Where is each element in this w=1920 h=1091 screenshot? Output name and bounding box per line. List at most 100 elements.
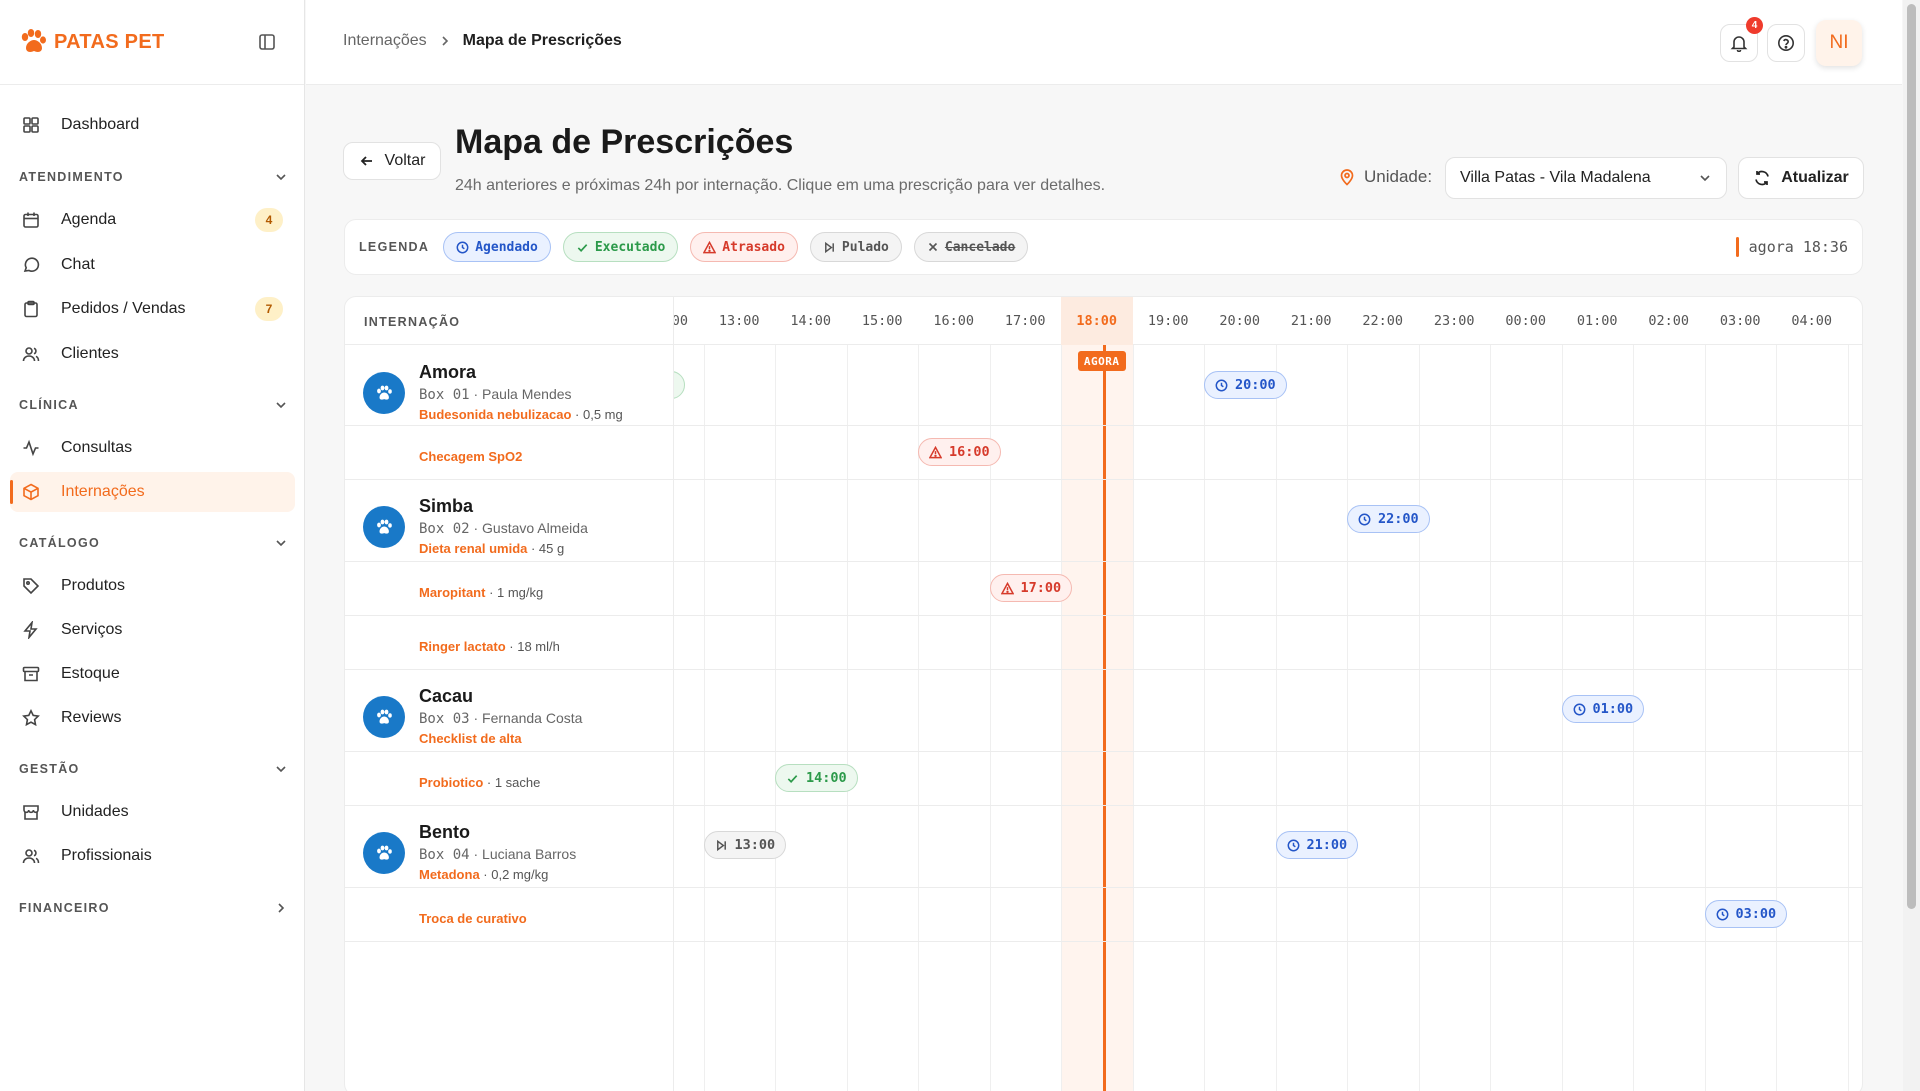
notifications-button[interactable]: 4: [1720, 17, 1763, 62]
sidebar-item-produtos[interactable]: Produtos: [10, 566, 295, 606]
legend-executed: Executado: [562, 232, 679, 262]
medication-label[interactable]: Maropitant · 1 mg/kg: [419, 585, 543, 600]
sidebar-item-dashboard[interactable]: Dashboard: [10, 105, 295, 145]
avatar[interactable]: NI: [1816, 20, 1862, 66]
dose-time: 21:00: [1306, 837, 1348, 853]
sidebar-item-estoque[interactable]: Estoque: [10, 654, 295, 694]
dose-time: 14:00: [806, 770, 847, 786]
sidebar-item-chat[interactable]: Chat: [10, 245, 295, 285]
clock-icon: [1358, 513, 1371, 526]
patient-name[interactable]: Bento: [419, 822, 470, 843]
dose-pill-scheduled[interactable]: 22:00: [1347, 505, 1430, 533]
section-financeiro[interactable]: FINANCEIRO: [19, 900, 289, 916]
bell-icon: [1730, 36, 1748, 52]
patient-box: Box 04: [419, 847, 470, 863]
dose-pill-scheduled[interactable]: 01:00: [1561, 695, 1645, 723]
sidebar-item-label: Dashboard: [61, 116, 140, 133]
dose-pill-late[interactable]: 17:00: [989, 574, 1073, 602]
page-title: Mapa de Prescrições: [455, 123, 794, 161]
sidebar-item-label: Unidades: [61, 803, 129, 820]
patient-name[interactable]: Simba: [419, 496, 473, 517]
sidebar-toggle-icon[interactable]: [258, 33, 278, 53]
medication-name: Budesonida nebulizacao: [419, 407, 572, 422]
sidebar-item-reviews[interactable]: Reviews: [10, 698, 295, 738]
patient-owner: Luciana Barros: [482, 846, 577, 862]
section-label: ATENDIMENTO: [19, 170, 124, 184]
hour-header: 02:00: [1648, 313, 1690, 329]
dose-pill-executed[interactable]: 12:00: [674, 371, 685, 399]
unit-select[interactable]: Villa Patas - Vila Madalena: [1445, 157, 1727, 199]
section-gestao[interactable]: GESTÃO: [19, 761, 289, 777]
dose-pill-scheduled[interactable]: 03:00: [1704, 900, 1788, 928]
hour-gridline: [846, 345, 848, 1091]
sidebar-item-pedidos[interactable]: Pedidos / Vendas 7: [10, 289, 295, 329]
star-icon: [20, 707, 42, 729]
help-circle-icon: [1778, 35, 1794, 51]
help-button[interactable]: [1767, 24, 1805, 62]
page-scrollbar[interactable]: [1903, 0, 1920, 1091]
unit-label-text: Unidade:: [1364, 167, 1433, 186]
chat-bubble-icon: [20, 254, 42, 276]
chevron-down-icon: [1700, 175, 1710, 182]
dose-pill-executed[interactable]: 14:00: [775, 764, 858, 792]
brand-name: PATAS PET: [54, 30, 165, 53]
patient-name[interactable]: Amora: [419, 362, 476, 383]
back-label: Voltar: [384, 152, 426, 169]
hour-gridline: [1704, 345, 1706, 1091]
medication-name: Ringer lactato: [419, 639, 506, 654]
dose-pill-late[interactable]: 16:00: [918, 438, 1001, 466]
sidebar-item-label: Internações: [61, 483, 145, 500]
medication-label[interactable]: Checklist de alta: [419, 731, 522, 746]
store-icon: [20, 801, 42, 823]
patient-owner: Paula Mendes: [482, 386, 572, 402]
row-divider: [345, 805, 1862, 806]
grid-icon: [20, 114, 42, 136]
medication-label[interactable]: Ringer lactato · 18 ml/h: [419, 639, 560, 654]
medication-label[interactable]: Budesonida nebulizacao · 0,5 mg: [419, 407, 623, 422]
clock-icon: [1287, 839, 1300, 852]
chevron-down-icon: [276, 540, 286, 547]
chevron-down-icon: [276, 174, 286, 181]
section-catalogo[interactable]: CATÁLOGO: [19, 535, 289, 551]
back-button[interactable]: Voltar: [343, 142, 441, 180]
hour-gridline: [1347, 345, 1348, 1091]
sidebar-item-profissionais[interactable]: Profissionais: [10, 836, 295, 876]
medication-name: Dieta renal umida: [419, 541, 528, 556]
sidebar-item-clientes[interactable]: Clientes: [10, 334, 295, 374]
sidebar-item-agenda[interactable]: Agenda 4: [10, 200, 295, 240]
scrollbar-thumb[interactable]: [1907, 4, 1916, 909]
refresh-button[interactable]: Atualizar: [1738, 157, 1864, 199]
hour-header: 22:00: [1362, 313, 1404, 329]
hour-header: 13:00: [718, 313, 760, 329]
clipboard-icon: [20, 298, 42, 320]
clock-icon: [1716, 908, 1729, 921]
sidebar-item-label: Estoque: [61, 665, 120, 682]
archive-icon: [20, 663, 42, 685]
patient-box-owner: Box 02 · Gustavo Almeida: [419, 520, 588, 537]
sidebar-item-consultas[interactable]: Consultas: [10, 428, 295, 468]
calendar-icon: [20, 209, 42, 231]
clock-icon: [1573, 703, 1586, 716]
sidebar-item-unidades[interactable]: Unidades: [10, 792, 295, 832]
prescription-grid: INTERNAÇÃO Amora Box 01 · Paula Mendes Bud…: [344, 296, 1863, 1091]
sidebar-item-internacoes[interactable]: Internações: [10, 472, 295, 512]
medication-dose: · 18 ml/h: [505, 639, 560, 654]
brand-logo[interactable]: PATAS PET: [18, 28, 164, 56]
dose-pill-scheduled[interactable]: 21:00: [1275, 831, 1359, 859]
patient-name[interactable]: Cacau: [419, 686, 473, 707]
sidebar-item-servicos[interactable]: Serviços: [10, 610, 295, 650]
dose-pill-scheduled[interactable]: 20:00: [1204, 371, 1287, 399]
medication-label[interactable]: Checagem SpO2: [419, 449, 522, 464]
breadcrumb-link[interactable]: Internações: [343, 32, 427, 50]
dose-pill-skipped[interactable]: 13:00: [703, 831, 787, 859]
refresh-label: Atualizar: [1781, 169, 1849, 186]
medication-label[interactable]: Metadona · 0,2 mg/kg: [419, 867, 548, 882]
section-clinica[interactable]: CLÍNICA: [19, 397, 289, 413]
medication-label[interactable]: Troca de curativo: [419, 911, 527, 926]
medication-label[interactable]: Probiotico · 1 sache: [419, 775, 540, 790]
medication-label[interactable]: Dieta renal umida · 45 g: [419, 541, 564, 556]
hour-header: 21:00: [1290, 313, 1332, 329]
patient-box-owner: Box 04 · Luciana Barros: [419, 846, 577, 863]
section-atendimento[interactable]: ATENDIMENTO: [19, 169, 289, 185]
hour-header: 00:00: [1505, 313, 1547, 329]
